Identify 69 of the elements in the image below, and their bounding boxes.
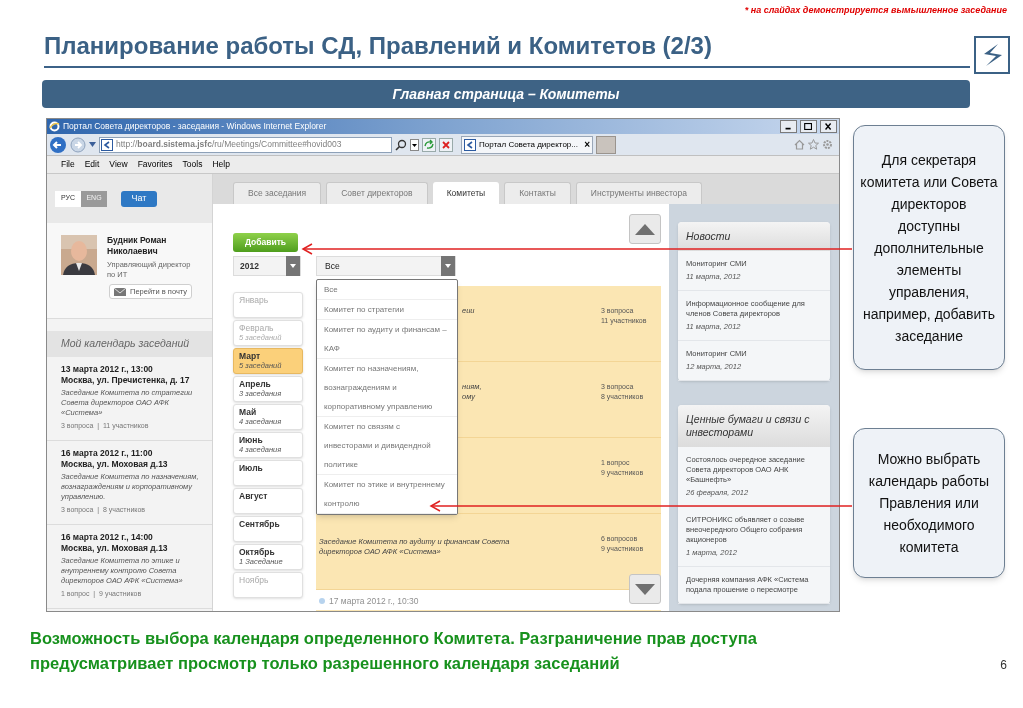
window-title: Портал Совета директоров - заседания - Windows Internet Explorer	[63, 122, 327, 131]
month-button[interactable]: Сентябрь	[233, 516, 303, 542]
event-place: Москва, ул. Моховая д.13	[61, 459, 169, 470]
menu-item[interactable]: Favorites	[137, 158, 173, 171]
stop-icon[interactable]	[439, 137, 453, 152]
back-icon[interactable]	[49, 135, 67, 154]
slide-title: Планирование работы СД, Правлений и Комитетов (2/3)	[44, 31, 712, 61]
card-title: Новости	[678, 222, 830, 251]
nav-tab[interactable]: Все заседания	[233, 182, 322, 204]
forward-icon[interactable]	[70, 136, 86, 153]
scroll-up-button[interactable]	[629, 214, 661, 244]
dot-icon	[319, 598, 325, 604]
meeting-date: 17 марта 2012 г., 10:30	[329, 594, 419, 608]
caret-icon	[286, 256, 300, 276]
month-button[interactable]: Июль	[233, 460, 303, 486]
committee-select[interactable]: Все	[316, 256, 456, 276]
maximize-icon[interactable]	[800, 120, 817, 133]
month-button[interactable]: Август	[233, 488, 303, 514]
calendar-header: Мой календарь заседаний	[47, 331, 212, 357]
close-icon[interactable]	[820, 120, 837, 133]
card-title: Ценные бумаги и связи с инвесторами	[678, 405, 830, 447]
section-banner: Главная страница – Комитеты	[42, 80, 970, 108]
triangle-up-icon	[635, 223, 655, 235]
nav-tab[interactable]: Инструменты инвестора	[575, 182, 703, 204]
event-date: 16 марта 2012 г., 11:00	[61, 448, 154, 459]
page-number: 6	[1000, 657, 1007, 674]
address-field[interactable]: http://board.sistema.jsfc/ru/Meetings/Committee#hovid003	[99, 136, 392, 153]
browser-logo-icon	[49, 121, 60, 132]
menu-item[interactable]: Edit	[84, 158, 100, 171]
settings-icon[interactable]	[822, 139, 833, 150]
star-icon[interactable]	[808, 139, 819, 150]
minimize-icon[interactable]	[780, 120, 797, 133]
tab-close-button[interactable]: ×	[584, 139, 590, 150]
dropdown-item[interactable]: Комитет по стратегии	[317, 300, 457, 320]
callout: Для секретаря комитета или Совета директоров доступны дополнительные элементы управления, например, добавить заседание	[853, 125, 1005, 370]
dropdown-item[interactable]: Все	[317, 280, 457, 300]
dropdown-icon[interactable]	[410, 138, 419, 151]
menu-item[interactable]: Tools	[182, 158, 203, 171]
dropdown-item[interactable]: Комитет по аудиту и финансам – КАФ	[317, 320, 457, 359]
logo-icon	[974, 36, 1010, 74]
home-icon[interactable]	[794, 139, 805, 150]
nav-tab[interactable]: Совет директоров	[326, 182, 428, 204]
nav-tab[interactable]: Контакты	[504, 182, 571, 204]
dropdown-item[interactable]: Комитет по связям с инвесторами и дивидендной политике	[317, 417, 457, 475]
chat-button[interactable]: Чат	[121, 190, 157, 207]
disclaimer-note: * на слайдах демонстрируется вымышленное заседание	[744, 4, 1007, 17]
event-date: 13 марта 2012 г., 13:00	[61, 364, 154, 375]
dropdown-item[interactable]: Комитет по этике и внутреннему контролю	[317, 475, 457, 514]
new-tab-button[interactable]	[596, 135, 616, 154]
menu-item[interactable]: File	[61, 158, 75, 171]
dropdown-item[interactable]: Комитет по назначениям, вознаграждениям и корпоративному управлению	[317, 359, 457, 417]
event-place: Москва, ул. Пречистенка, д. 17	[61, 375, 191, 386]
browser-tab[interactable]: Портал Совета директор... ×	[461, 135, 593, 154]
event-place: Москва, ул. Моховая д.13	[61, 543, 169, 554]
nav-tab[interactable]: Комитеты	[432, 182, 500, 204]
event-date: 16 марта 2012 г., 14:00	[61, 532, 154, 543]
triangle-down-icon	[635, 583, 655, 595]
footer-text: Возможность выбора календаря определенного Комитета. Разграничение прав доступа предусматривает просмотр только разрешенного календаря заседаний	[30, 628, 758, 674]
scroll-down-button[interactable]	[629, 574, 661, 604]
envelope-icon	[114, 287, 126, 296]
user-name: Будник Роман Николаевич	[107, 235, 168, 257]
menu-item[interactable]: View	[109, 158, 128, 171]
year-select[interactable]: 2012	[233, 256, 301, 276]
search-icon[interactable]	[395, 138, 407, 151]
callout: Можно выбрать календарь работы Правления или необходимого комитета	[853, 428, 1005, 578]
page-icon	[464, 138, 476, 151]
caret-icon	[441, 256, 455, 276]
page-icon	[101, 138, 113, 151]
menu-item[interactable]: Help	[212, 158, 230, 171]
